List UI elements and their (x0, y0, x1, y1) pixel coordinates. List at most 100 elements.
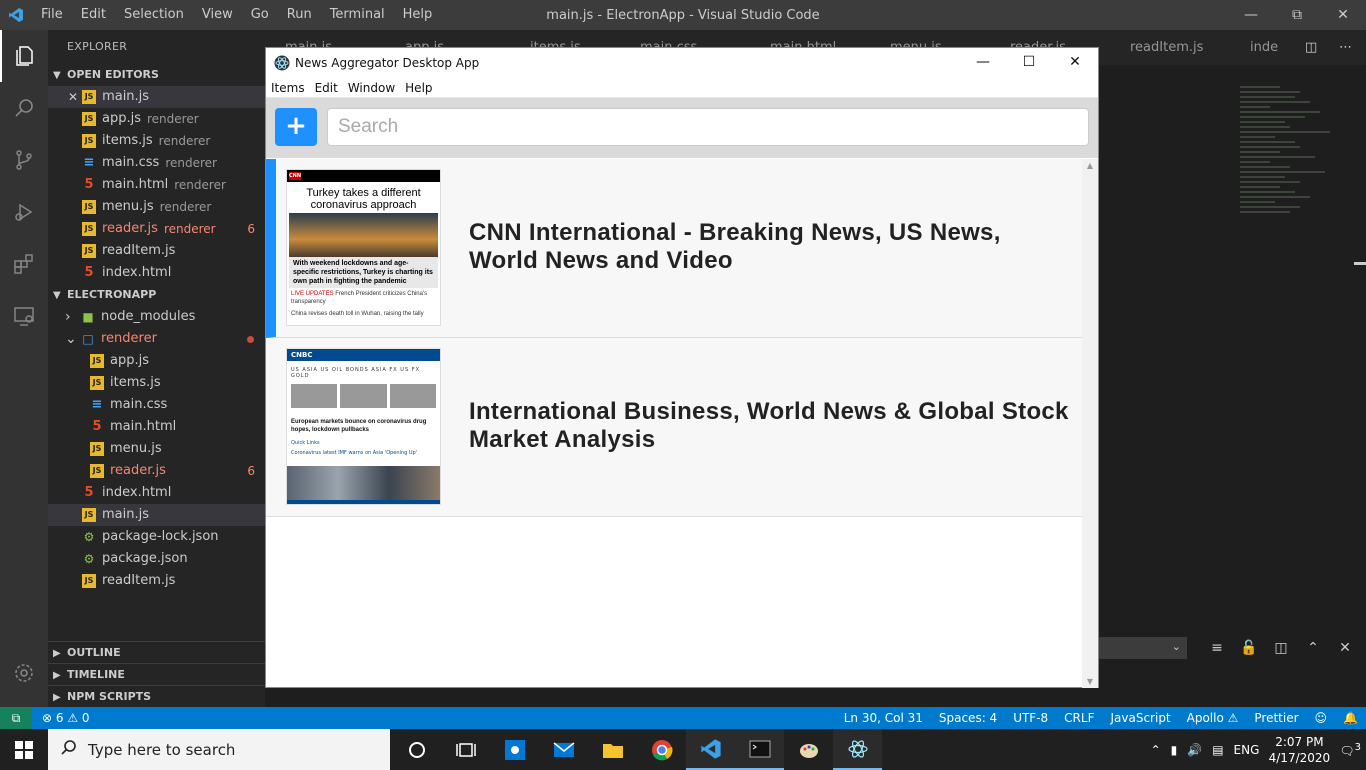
menu-file[interactable]: File (32, 0, 72, 30)
cortana-icon[interactable] (392, 729, 441, 770)
bell-icon[interactable]: 🔔 (1335, 707, 1366, 729)
apollo-status[interactable]: Apollo ⚠ (1179, 707, 1247, 729)
volume-icon[interactable]: 🔊 (1182, 743, 1207, 757)
folder-item[interactable]: › ■ node_modules (48, 306, 265, 328)
close-panel-icon[interactable]: ✕ (1329, 640, 1361, 656)
network-icon[interactable]: ▤ (1207, 743, 1228, 757)
task-view-icon[interactable] (441, 729, 490, 770)
language-mode[interactable]: JavaScript (1102, 707, 1178, 729)
lock-icon[interactable]: 🔓 (1233, 640, 1265, 656)
app-menu-items[interactable]: Items (266, 81, 310, 95)
open-editor-item[interactable]: JS app.js renderer (48, 108, 265, 130)
app-menu-window[interactable]: Window (343, 81, 400, 95)
clear-icon[interactable]: ≡ (1201, 640, 1233, 656)
open-editor-item[interactable]: ✕ JS main.js (48, 86, 265, 108)
search-icon[interactable] (0, 82, 48, 134)
close-icon[interactable]: ✕ (68, 86, 78, 108)
scroll-down-icon[interactable]: ▼ (1082, 677, 1098, 686)
line-endings[interactable]: CRLF (1056, 707, 1102, 729)
remote-explorer-icon[interactable] (0, 290, 48, 342)
taskbar-search[interactable]: Type here to search (48, 729, 390, 770)
file-item[interactable]: JS readItem.js (48, 570, 265, 592)
scroll-up-icon[interactable]: ▲ (1082, 161, 1098, 170)
terminal-select[interactable]: ⌄ (1099, 637, 1187, 659)
npm-scripts-header[interactable]: ▶ NPM SCRIPTS (48, 685, 265, 707)
chevron-up-icon[interactable]: ⌃ (1146, 743, 1166, 757)
prettier-status[interactable]: Prettier (1246, 707, 1306, 729)
remote-icon[interactable]: ⧉ (0, 707, 32, 729)
open-editor-item[interactable]: JS reader.js renderer 6 (48, 218, 265, 240)
encoding[interactable]: UTF-8 (1005, 707, 1056, 729)
explorer-icon[interactable] (0, 30, 48, 82)
store-icon[interactable] (490, 729, 539, 770)
app-close-icon[interactable]: ✕ (1052, 48, 1098, 76)
menu-help[interactable]: Help (394, 0, 442, 30)
windows-start-icon[interactable] (0, 729, 48, 770)
source-control-icon[interactable] (0, 134, 48, 186)
search-input[interactable]: Search (327, 108, 1089, 146)
clock[interactable]: 2:07 PM 4/17/2020 (1264, 734, 1334, 766)
file-item[interactable]: JS menu.js (48, 438, 265, 460)
open-editor-item[interactable]: JS items.js renderer (48, 130, 265, 152)
language-indicator[interactable]: ENG (1229, 743, 1265, 757)
feedback-icon[interactable]: ☺ (1307, 707, 1336, 729)
more-actions-icon[interactable]: ⋯ (1329, 30, 1352, 65)
file-item[interactable]: ⚙ package-lock.json (48, 526, 265, 548)
timeline-header[interactable]: ▶ TIMELINE (48, 663, 265, 685)
folder-item[interactable]: ⌄ □ renderer (48, 328, 265, 350)
paint-icon[interactable] (784, 729, 833, 770)
menu-go[interactable]: Go (242, 0, 278, 30)
file-item[interactable]: ≡ main.css (48, 394, 265, 416)
manage-gear-icon[interactable] (0, 647, 48, 699)
indentation[interactable]: Spaces: 4 (931, 707, 1005, 729)
run-debug-icon[interactable] (0, 186, 48, 238)
open-editor-item[interactable]: JS readItem.js (48, 240, 265, 262)
split-editor-icon[interactable]: ◫ (1295, 30, 1317, 65)
file-item[interactable]: JS reader.js 6 (48, 460, 265, 482)
notifications-icon[interactable]: 🗨3 (1334, 742, 1366, 758)
file-item[interactable]: JS app.js (48, 350, 265, 372)
vscode-taskbar-icon[interactable] (686, 729, 735, 770)
news-item[interactable]: CNN Turkey takes a different coronavirus… (266, 159, 1082, 338)
news-item[interactable]: CNBC US ASIA US OIL BONDS ASIA FX US FX … (266, 338, 1082, 517)
file-item[interactable]: JS main.js (48, 504, 265, 526)
editor-tab[interactable]: inde (1240, 30, 1278, 65)
mail-icon[interactable] (539, 729, 588, 770)
open-editor-item[interactable]: 5 main.html renderer (48, 174, 265, 196)
minimize-icon[interactable]: — (1228, 0, 1274, 30)
editor-tab[interactable]: readItem.js (1120, 30, 1203, 65)
app-menu-edit[interactable]: Edit (310, 81, 343, 95)
menu-view[interactable]: View (193, 0, 242, 30)
open-editor-item[interactable]: 5 index.html (48, 262, 265, 284)
app-scrollbar[interactable]: ▲ ▼ (1082, 159, 1098, 688)
file-item[interactable]: JS items.js (48, 372, 265, 394)
file-item[interactable]: 5 main.html (48, 416, 265, 438)
extensions-icon[interactable] (0, 238, 48, 290)
open-editor-item[interactable]: ≡ main.css renderer (48, 152, 265, 174)
split-icon[interactable]: ◫ (1265, 640, 1297, 656)
menu-edit[interactable]: Edit (72, 0, 115, 30)
app-menu-help[interactable]: Help (400, 81, 437, 95)
close-icon[interactable]: ✕ (1320, 0, 1366, 30)
app-maximize-icon[interactable]: ☐ (1006, 48, 1052, 76)
minimap[interactable] (1240, 86, 1350, 216)
outline-header[interactable]: ▶ OUTLINE (48, 641, 265, 663)
cursor-position[interactable]: Ln 30, Col 31 (836, 707, 931, 729)
menu-run[interactable]: Run (278, 0, 321, 30)
file-item[interactable]: 5 index.html (48, 482, 265, 504)
project-header[interactable]: ▼ ELECTRONAPP (48, 284, 265, 306)
maximize-panel-icon[interactable]: ⌃ (1297, 640, 1329, 656)
menu-terminal[interactable]: Terminal (321, 0, 394, 30)
terminal-icon[interactable] (735, 729, 784, 770)
electron-icon[interactable] (833, 729, 882, 770)
open-editors-header[interactable]: ▼ OPEN EDITORS (48, 64, 265, 86)
file-item[interactable]: ⚙ package.json (48, 548, 265, 570)
app-minimize-icon[interactable]: — (960, 48, 1006, 76)
chrome-icon[interactable] (637, 729, 686, 770)
battery-icon[interactable]: ▮ (1166, 743, 1183, 757)
open-editor-item[interactable]: JS menu.js renderer (48, 196, 265, 218)
menu-selection[interactable]: Selection (115, 0, 193, 30)
file-explorer-icon[interactable] (588, 729, 637, 770)
problems-indicator[interactable]: ⊗ 6 ⚠ 0 (42, 707, 90, 729)
add-item-button[interactable]: + (275, 108, 317, 146)
